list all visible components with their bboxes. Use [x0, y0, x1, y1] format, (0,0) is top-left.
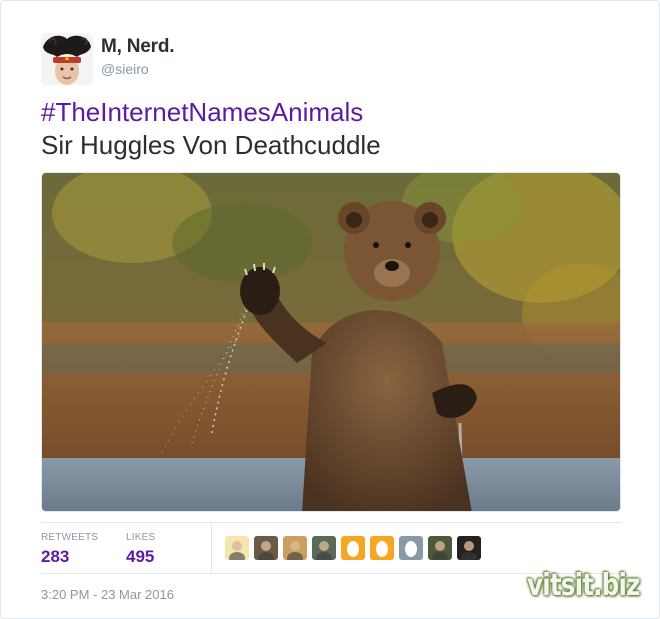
user-handle[interactable]: @sieiro: [101, 61, 174, 77]
likes-stat[interactable]: LIKES 495: [126, 532, 155, 567]
user-avatar-icon: [283, 536, 307, 560]
default-egg-icon: [370, 536, 394, 560]
watermark: vitsit.biz: [527, 568, 640, 603]
user-avatar-icon: [457, 536, 481, 560]
avatar[interactable]: [41, 33, 93, 85]
liker-avatar[interactable]: [341, 536, 365, 560]
tweet-timestamp[interactable]: 3:20 PM - 23 Mar 2016: [41, 587, 174, 602]
liker-avatar[interactable]: [225, 536, 249, 560]
liker-avatar[interactable]: [283, 536, 307, 560]
likes-count: 495: [126, 547, 155, 566]
liker-avatar[interactable]: [399, 536, 423, 560]
user-avatar-icon: [225, 536, 249, 560]
liker-avatar[interactable]: [428, 536, 452, 560]
liker-avatar[interactable]: [254, 536, 278, 560]
default-egg-icon: [341, 536, 365, 560]
liker-avatars: [225, 536, 486, 560]
likes-label: LIKES: [126, 532, 156, 543]
stats-divider: [211, 523, 212, 574]
tweet-card: M, Nerd. @sieiro #TheInternetNamesAnimal…: [0, 0, 660, 619]
tweet-photo[interactable]: [41, 172, 621, 512]
liker-avatar[interactable]: [370, 536, 394, 560]
liker-avatar[interactable]: [312, 536, 336, 560]
bear-photo-icon: [42, 173, 620, 511]
default-egg-icon: [399, 536, 423, 560]
user-avatar-icon: [312, 536, 336, 560]
user-names: M, Nerd. @sieiro: [101, 36, 175, 77]
retweets-label: RETWEETS: [41, 532, 99, 543]
hashtag-link[interactable]: #TheInternetNamesAnimals: [41, 96, 381, 129]
tweet-stats: RETWEETS 283 LIKES 495: [41, 522, 621, 574]
retweets-stat[interactable]: RETWEETS 283: [41, 532, 98, 567]
avatar-image-icon: [41, 33, 93, 85]
display-name[interactable]: M, Nerd.: [101, 36, 175, 58]
tweet-body: Sir Huggles Von Deathcuddle: [41, 130, 381, 160]
tweet-text: #TheInternetNamesAnimals Sir Huggles Von…: [41, 96, 381, 162]
liker-avatar[interactable]: [457, 536, 481, 560]
user-avatar-icon: [428, 536, 452, 560]
tweet-header: M, Nerd. @sieiro: [41, 33, 175, 85]
user-avatar-icon: [254, 536, 278, 560]
retweets-count: 283: [41, 547, 70, 566]
